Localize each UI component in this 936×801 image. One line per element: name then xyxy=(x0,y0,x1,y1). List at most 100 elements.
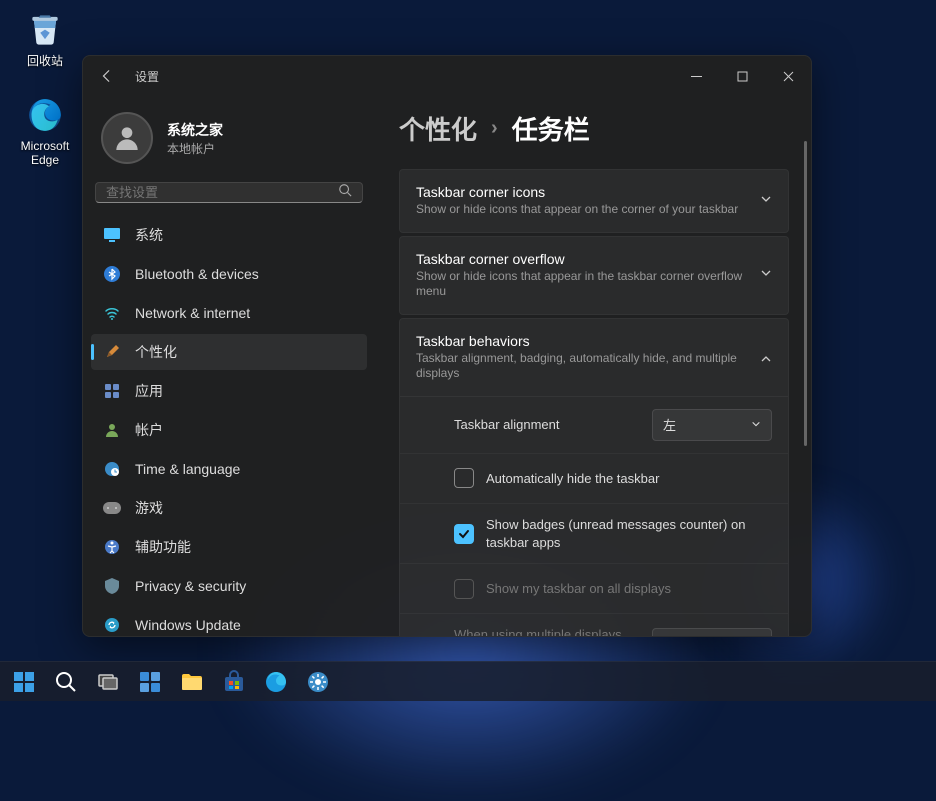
user-account-type: 本地帐户 xyxy=(167,140,223,157)
close-button[interactable] xyxy=(765,56,811,96)
user-block[interactable]: 系统之家 本地帐户 xyxy=(87,102,371,182)
section-title: Taskbar corner icons xyxy=(416,184,748,200)
edge-taskbar-button[interactable] xyxy=(256,663,296,701)
avatar xyxy=(101,112,153,164)
chevron-down-icon xyxy=(760,266,772,284)
nav-label: 应用 xyxy=(135,381,163,401)
section-header-corner-icons[interactable]: Taskbar corner icons Show or hide icons … xyxy=(400,170,788,232)
nav-list: 系统 Bluetooth & devices Network & interne… xyxy=(87,217,371,636)
nav-label: 辅助功能 xyxy=(135,537,191,557)
section-corner-overflow: Taskbar corner overflow Show or hide ico… xyxy=(399,236,789,315)
chevron-down-icon xyxy=(760,192,772,210)
setting-auto-hide[interactable]: Automatically hide the taskbar xyxy=(400,454,788,504)
breadcrumb-parent[interactable]: 个性化 xyxy=(399,110,477,147)
section-corner-icons: Taskbar corner icons Show or hide icons … xyxy=(399,169,789,233)
nav-bluetooth[interactable]: Bluetooth & devices xyxy=(91,256,367,292)
bluetooth-icon xyxy=(103,265,121,283)
multi-display-label: When using multiple displays, show my xyxy=(454,626,640,636)
recycle-bin-label: 回收站 xyxy=(10,52,80,69)
start-button[interactable] xyxy=(4,663,44,701)
badges-checkbox[interactable] xyxy=(454,524,474,544)
search-icon xyxy=(338,183,352,202)
file-explorer-button[interactable] xyxy=(172,663,212,701)
settings-taskbar-button[interactable] xyxy=(298,663,338,701)
nav-label: 系统 xyxy=(135,225,163,245)
desktop-icon-edge[interactable]: Microsoft Edge xyxy=(10,95,80,167)
nav-network[interactable]: Network & internet xyxy=(91,295,367,331)
desktop-icon-recycle-bin[interactable]: 回收站 xyxy=(10,8,80,69)
system-icon xyxy=(103,226,121,244)
back-button[interactable] xyxy=(95,64,119,88)
search-box[interactable] xyxy=(95,182,363,203)
section-desc: Show or hide icons that appear on the co… xyxy=(416,202,748,218)
dropdown-value: 左 xyxy=(663,415,676,434)
apps-icon xyxy=(103,382,121,400)
auto-hide-checkbox[interactable] xyxy=(454,468,474,488)
update-icon xyxy=(103,616,121,634)
taskbar-search[interactable] xyxy=(46,663,86,701)
nav-time[interactable]: Time & language xyxy=(91,451,367,487)
search-input[interactable] xyxy=(106,185,330,200)
section-header-behaviors[interactable]: Taskbar behaviors Taskbar alignment, bad… xyxy=(400,319,788,396)
edge-icon xyxy=(25,95,65,135)
brush-icon xyxy=(103,343,121,361)
breadcrumb-current: 任务栏 xyxy=(512,110,590,147)
breadcrumb: 个性化 › 任务栏 xyxy=(399,110,811,147)
nav-label: 个性化 xyxy=(135,342,177,362)
person-icon xyxy=(103,421,121,439)
taskbar xyxy=(0,661,936,701)
auto-hide-label: Automatically hide the taskbar xyxy=(486,470,772,488)
minimize-button[interactable] xyxy=(673,56,719,96)
section-title: Taskbar behaviors xyxy=(416,333,748,349)
nav-accounts[interactable]: 帐户 xyxy=(91,412,367,448)
nav-system[interactable]: 系统 xyxy=(91,217,367,253)
store-button[interactable] xyxy=(214,663,254,701)
nav-label: Time & language xyxy=(135,461,240,477)
chevron-up-icon xyxy=(760,348,772,366)
setting-all-displays: Show my taskbar on all displays xyxy=(400,564,788,614)
gamepad-icon xyxy=(103,499,121,517)
setting-multi-display: When using multiple displays, show my 所有… xyxy=(400,614,788,636)
nav-accessibility[interactable]: 辅助功能 xyxy=(91,529,367,565)
accessibility-icon xyxy=(103,538,121,556)
globe-clock-icon xyxy=(103,460,121,478)
window-title: 设置 xyxy=(135,68,159,85)
nav-privacy[interactable]: Privacy & security xyxy=(91,568,367,604)
content-area: 个性化 › 任务栏 Taskbar corner icons Show or h… xyxy=(375,96,811,636)
breadcrumb-separator: › xyxy=(491,117,498,140)
nav-gaming[interactable]: 游戏 xyxy=(91,490,367,526)
all-displays-checkbox xyxy=(454,579,474,599)
sidebar: 系统之家 本地帐户 系统 Bluetooth & devices xyxy=(83,96,375,636)
setting-taskbar-alignment: Taskbar alignment 左 xyxy=(400,397,788,454)
scroll-area[interactable]: Taskbar corner icons Show or hide icons … xyxy=(399,169,811,636)
nav-apps[interactable]: 应用 xyxy=(91,373,367,409)
edge-label: Microsoft Edge xyxy=(10,139,80,167)
nav-label: 帐户 xyxy=(135,420,163,440)
section-title: Taskbar corner overflow xyxy=(416,251,748,267)
scrollbar[interactable] xyxy=(804,141,807,446)
chevron-down-icon xyxy=(751,417,761,432)
multi-display-dropdown: 所有任务栏 xyxy=(652,628,772,636)
section-behaviors: Taskbar behaviors Taskbar alignment, bad… xyxy=(399,318,789,636)
nav-label: Windows Update xyxy=(135,617,241,633)
dropdown-value: 所有任务栏 xyxy=(663,634,728,636)
setting-show-badges[interactable]: Show badges (unread messages counter) on… xyxy=(400,504,788,564)
user-name: 系统之家 xyxy=(167,120,223,140)
alignment-dropdown[interactable]: 左 xyxy=(652,409,772,441)
widgets-button[interactable] xyxy=(130,663,170,701)
nav-label: Privacy & security xyxy=(135,578,246,594)
settings-window: 设置 系统之家 本地帐户 xyxy=(82,55,812,637)
badges-label: Show badges (unread messages counter) on… xyxy=(486,516,772,551)
nav-personalization[interactable]: 个性化 xyxy=(91,334,367,370)
nav-label: 游戏 xyxy=(135,498,163,518)
section-desc: Show or hide icons that appear in the ta… xyxy=(416,269,748,300)
nav-update[interactable]: Windows Update xyxy=(91,607,367,636)
all-displays-label: Show my taskbar on all displays xyxy=(486,580,772,598)
task-view-button[interactable] xyxy=(88,663,128,701)
nav-label: Bluetooth & devices xyxy=(135,266,259,282)
maximize-button[interactable] xyxy=(719,56,765,96)
section-header-corner-overflow[interactable]: Taskbar corner overflow Show or hide ico… xyxy=(400,237,788,314)
wifi-icon xyxy=(103,304,121,322)
nav-label: Network & internet xyxy=(135,305,250,321)
shield-icon xyxy=(103,577,121,595)
